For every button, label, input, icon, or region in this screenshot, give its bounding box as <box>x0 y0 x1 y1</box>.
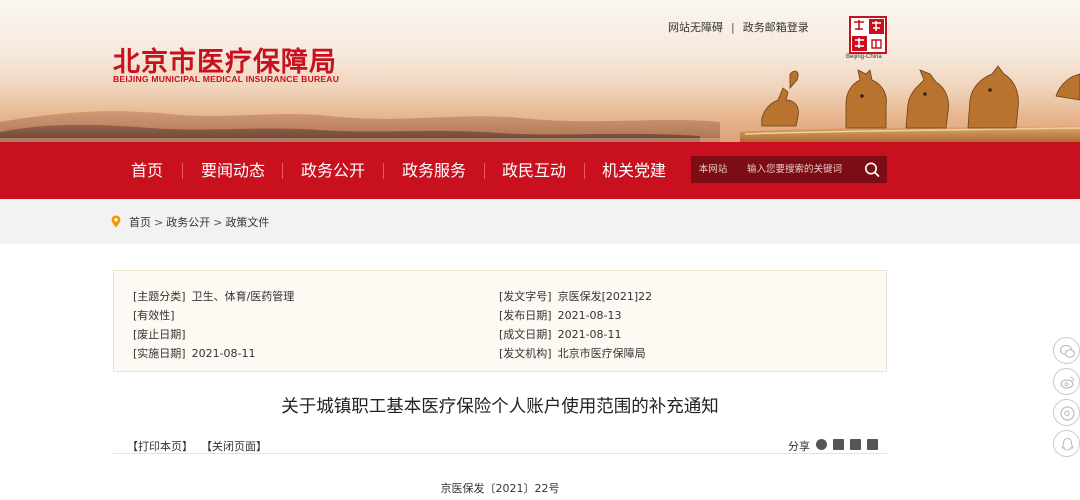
seal-caption: Beijing-China <box>846 54 882 60</box>
accessibility-link[interactable]: 网站无障碍 <box>668 21 723 34</box>
nav-divider <box>182 163 183 179</box>
meta-value: 2021-08-11 <box>557 328 622 341</box>
nav-divider <box>383 163 384 179</box>
meta-doc-number: [发文字号] 京医保发[2021]22 <box>499 288 652 304</box>
meta-value: 2021-08-13 <box>557 309 622 322</box>
meta-issuing-agency: [发文机构] 北京市医疗保障局 <box>499 345 646 361</box>
search-input[interactable] <box>735 160 855 179</box>
side-wechat-button[interactable] <box>1053 337 1080 364</box>
meta-effective-date: [实施日期] 2021-08-11 <box>133 345 256 361</box>
location-pin-icon <box>111 215 121 228</box>
document-number: 京医保发〔2021〕22号 <box>440 482 560 495</box>
meta-label: [成文日期] <box>499 328 552 341</box>
meta-value: 2021-08-11 <box>191 347 256 360</box>
meta-label: [发文机构] <box>499 347 552 360</box>
share-label: 分享 <box>788 440 810 453</box>
site-logo-subtitle: BEIJING MUNICIPAL MEDICAL INSURANCE BURE… <box>113 74 340 84</box>
meta-topic-category: [主题分类] 卫生、体育/医药管理 <box>133 288 294 304</box>
meta-label: [有效性] <box>133 309 175 322</box>
article-title: 关于城镇职工基本医疗保险个人账户使用范围的补充通知 <box>281 397 719 417</box>
search-button[interactable] <box>858 156 887 183</box>
meta-publish-date: [发布日期] 2021-08-13 <box>499 307 622 323</box>
meta-label: [发文字号] <box>499 290 552 303</box>
breadcrumb-home[interactable]: 首页 <box>129 216 151 229</box>
breadcrumb-separator: > <box>154 216 164 229</box>
search-box: 本网站 <box>691 156 887 183</box>
side-weibo-button[interactable] <box>1053 368 1080 395</box>
header-banner: 北京市医疗保障局 BEIJING MUNICIPAL MEDICAL INSUR… <box>0 0 1080 142</box>
main-nav: 首页 要闻动态 政务公开 政务服务 政民互动 机关党建 <box>0 142 1080 199</box>
breadcrumb-policy-documents[interactable]: 政策文件 <box>225 216 269 229</box>
breadcrumb: 首页 > 政务公开 > 政策文件 <box>111 214 269 230</box>
print-page-link[interactable]: 【打印本页】 <box>127 438 193 454</box>
side-mini-program-button[interactable] <box>1053 399 1080 426</box>
search-icon <box>865 162 880 177</box>
meta-label: [废止日期] <box>133 328 186 341</box>
nav-item-gov-services[interactable]: 政务服务 <box>393 142 475 199</box>
close-page-link[interactable]: 【关闭页面】 <box>201 438 267 454</box>
breadcrumb-separator: > <box>213 216 223 229</box>
wechat-icon <box>1059 344 1076 358</box>
weibo-icon <box>1060 376 1075 389</box>
nav-divider <box>584 163 585 179</box>
document-meta-box: [主题分类] 卫生、体育/医药管理 [有效性] [废止日期] [实施日期] 2021… <box>113 270 887 372</box>
search-scope-select[interactable]: 本网站 <box>691 156 735 183</box>
meta-label: [实施日期] <box>133 347 186 360</box>
meta-written-date: [成文日期] 2021-08-11 <box>499 326 622 342</box>
meta-label: [发布日期] <box>499 309 552 322</box>
breadcrumb-bar: 首页 > 政务公开 > 政策文件 <box>0 199 1080 244</box>
nav-item-party-building[interactable]: 机关党建 <box>593 142 675 199</box>
nav-item-gov-affairs-open[interactable]: 政务公开 <box>292 142 374 199</box>
nav-item-news[interactable]: 要闻动态 <box>192 142 274 199</box>
nav-item-home[interactable]: 首页 <box>118 142 176 199</box>
meta-label: [主题分类] <box>133 290 186 303</box>
nav-divider <box>484 163 485 179</box>
meta-validity: [有效性] <box>133 307 181 323</box>
gov-mail-login-link[interactable]: 政务邮箱登录 <box>743 21 809 34</box>
share-wechat-icon[interactable] <box>816 439 827 450</box>
capital-window-seal-logo[interactable] <box>849 16 887 54</box>
side-qq-button[interactable] <box>1053 430 1080 457</box>
share-more-icon[interactable] <box>867 439 878 450</box>
meta-value: 北京市医疗保障局 <box>557 347 646 360</box>
meta-value: 卫生、体育/医药管理 <box>191 290 295 303</box>
mini-program-icon <box>1060 406 1075 421</box>
meta-repeal-date: [废止日期] <box>133 326 192 342</box>
nav-divider <box>282 163 283 179</box>
share-weibo-icon[interactable] <box>833 439 844 450</box>
top-links: 网站无障碍 | 政务邮箱登录 <box>668 19 809 35</box>
top-links-divider: | <box>731 21 735 34</box>
article-toolbar: 【打印本页】 【关闭页面】 分享 <box>113 430 887 454</box>
nav-item-public-interaction[interactable]: 政民互动 <box>493 142 575 199</box>
breadcrumb-gov-affairs-open[interactable]: 政务公开 <box>166 216 210 229</box>
qq-icon <box>1061 437 1074 451</box>
meta-value: 京医保发[2021]22 <box>557 290 653 303</box>
share-qzone-icon[interactable] <box>850 439 861 450</box>
